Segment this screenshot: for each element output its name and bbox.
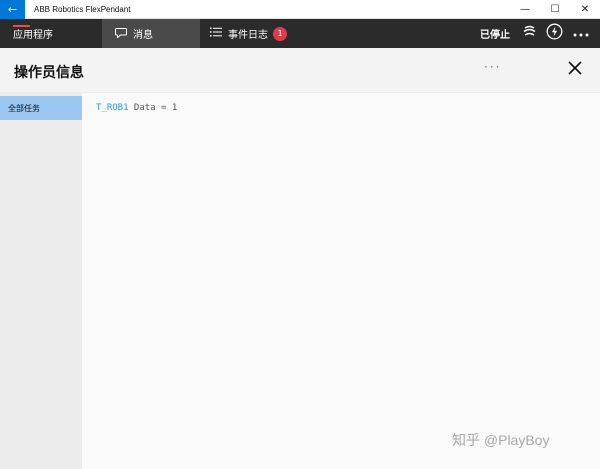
- chat-bubble-icon: [115, 27, 127, 41]
- more-options-button[interactable]: [570, 19, 592, 48]
- tab-messages-label: 消息: [133, 30, 153, 41]
- list-icon: [210, 27, 222, 40]
- task-filter-sidebar: 全部任务: [0, 93, 82, 469]
- maximize-icon: ☐: [550, 4, 560, 15]
- panel-more-button[interactable]: ···: [484, 60, 501, 74]
- motor-on-icon: [522, 24, 537, 43]
- more-icon: [573, 26, 589, 41]
- close-icon: [567, 60, 583, 80]
- tab-event-log-label: 事件日志: [228, 30, 268, 41]
- window-close-button[interactable]: ✕: [570, 0, 600, 19]
- panel-header: 操作员信息 ···: [0, 48, 600, 93]
- controller-status[interactable]: 已停止: [480, 19, 510, 48]
- window-titlebar: ← ABB Robotics FlexPendant — ☐ ✕: [0, 0, 600, 19]
- minimize-button[interactable]: —: [510, 0, 540, 19]
- sidebar-item-label: 全部任务: [8, 103, 40, 113]
- maximize-button[interactable]: ☐: [540, 0, 570, 19]
- lightning-icon: [546, 23, 563, 44]
- task-name: T_ROB1: [96, 103, 129, 113]
- abb-mark: [13, 25, 30, 27]
- message-text: Data = 1: [128, 103, 178, 113]
- motor-on-button[interactable]: [518, 19, 540, 48]
- page-title: 操作员信息: [14, 65, 84, 81]
- window-controls: — ☐ ✕: [510, 0, 600, 19]
- tab-messages[interactable]: 消息: [102, 19, 200, 48]
- message-content: T_ROB1 Data = 1: [82, 93, 600, 469]
- back-arrow-icon: ←: [7, 2, 18, 16]
- window-title: ABB Robotics FlexPendant: [34, 4, 131, 14]
- home-apps-button[interactable]: 应用程序: [0, 19, 102, 48]
- watermark: 知乎 @PlayBoy: [452, 432, 550, 448]
- app-bar: 应用程序 消息 事件日志 1 已停止: [0, 19, 600, 48]
- home-apps-label: 应用程序: [13, 30, 53, 41]
- panel-close-button[interactable]: [563, 58, 587, 82]
- sidebar-item-all-tasks[interactable]: 全部任务: [0, 96, 82, 120]
- minimize-icon: —: [520, 4, 530, 15]
- operator-message-line: T_ROB1 Data = 1: [96, 103, 177, 113]
- operation-mode-button[interactable]: [543, 19, 565, 48]
- window-close-icon: ✕: [580, 4, 590, 15]
- back-button[interactable]: ←: [0, 0, 25, 19]
- tab-event-log[interactable]: 事件日志 1: [210, 19, 320, 48]
- event-count-badge: 1: [273, 26, 287, 41]
